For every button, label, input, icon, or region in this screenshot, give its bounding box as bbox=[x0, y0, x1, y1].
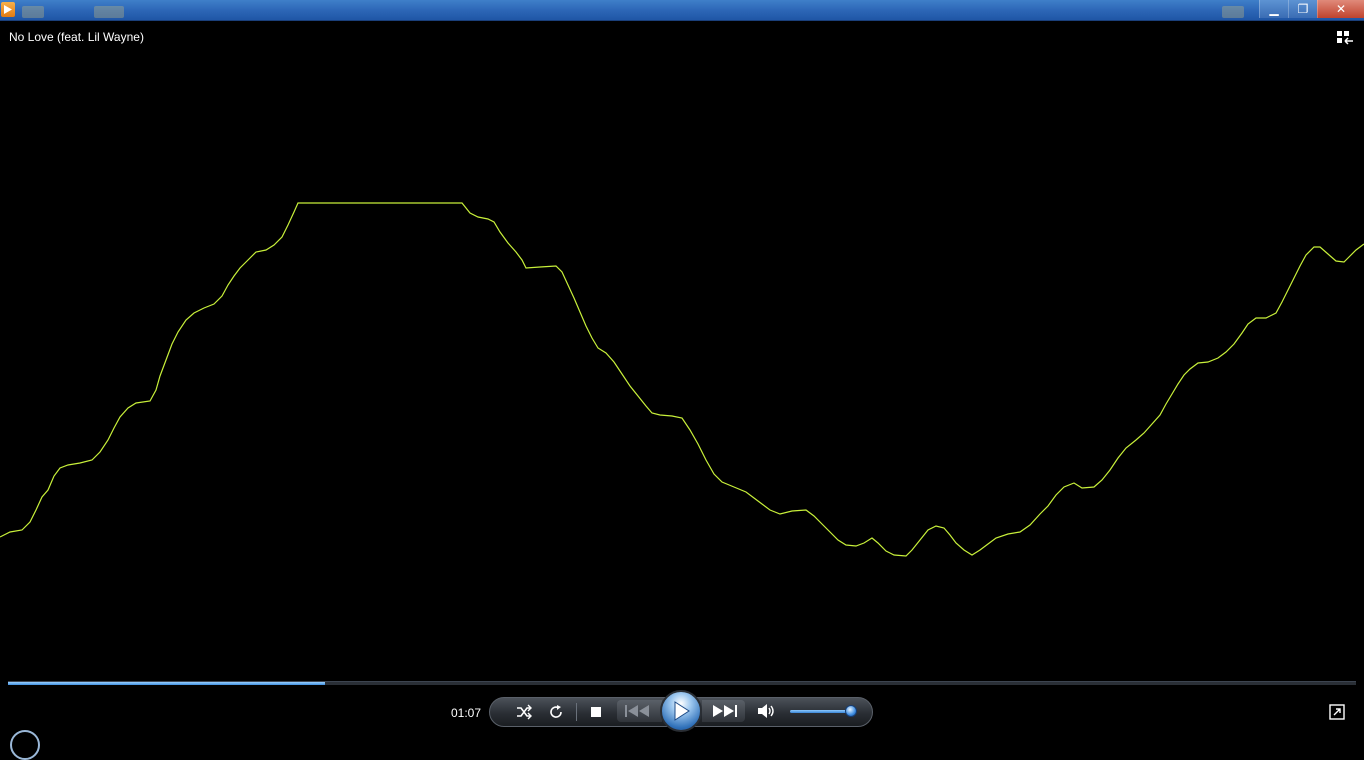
visualization-waveform bbox=[0, 202, 1364, 557]
play-icon bbox=[674, 701, 690, 721]
folder-icon bbox=[1222, 6, 1244, 18]
next-button[interactable] bbox=[702, 700, 745, 722]
mute-button[interactable] bbox=[755, 701, 779, 721]
fullscreen-button[interactable] bbox=[1329, 704, 1345, 720]
fullscreen-icon bbox=[1329, 704, 1345, 720]
seek-bar[interactable] bbox=[8, 681, 1356, 685]
minimize-button[interactable]: ▁ bbox=[1259, 0, 1288, 18]
volume-level bbox=[790, 710, 851, 713]
control-separator bbox=[576, 703, 577, 721]
speaker-icon bbox=[758, 704, 774, 718]
window-titlebar: ▁ ❐ ✕ bbox=[0, 0, 1364, 21]
next-icon bbox=[713, 705, 737, 717]
restore-button[interactable]: ❐ bbox=[1288, 0, 1317, 18]
stop-icon bbox=[591, 707, 601, 717]
audio-visualization bbox=[0, 202, 1364, 557]
play-button[interactable] bbox=[660, 690, 702, 732]
previous-icon bbox=[625, 705, 649, 717]
previous-button[interactable] bbox=[617, 700, 662, 722]
seek-bar-progress bbox=[8, 682, 325, 685]
repeat-button[interactable] bbox=[544, 702, 568, 722]
media-player-app-icon bbox=[1, 2, 15, 17]
window-controls: ▁ ❐ ✕ bbox=[1259, 0, 1364, 20]
elapsed-time: 01:07 bbox=[451, 706, 482, 720]
repeat-icon bbox=[550, 705, 562, 718]
stop-button[interactable] bbox=[584, 702, 608, 722]
volume-thumb[interactable] bbox=[844, 705, 857, 717]
close-button[interactable]: ✕ bbox=[1317, 0, 1364, 18]
shuffle-icon bbox=[517, 704, 532, 720]
folder-icon bbox=[94, 6, 124, 18]
start-orb-icon bbox=[10, 730, 40, 760]
folder-icon bbox=[22, 6, 44, 18]
shuffle-button[interactable] bbox=[512, 702, 536, 722]
